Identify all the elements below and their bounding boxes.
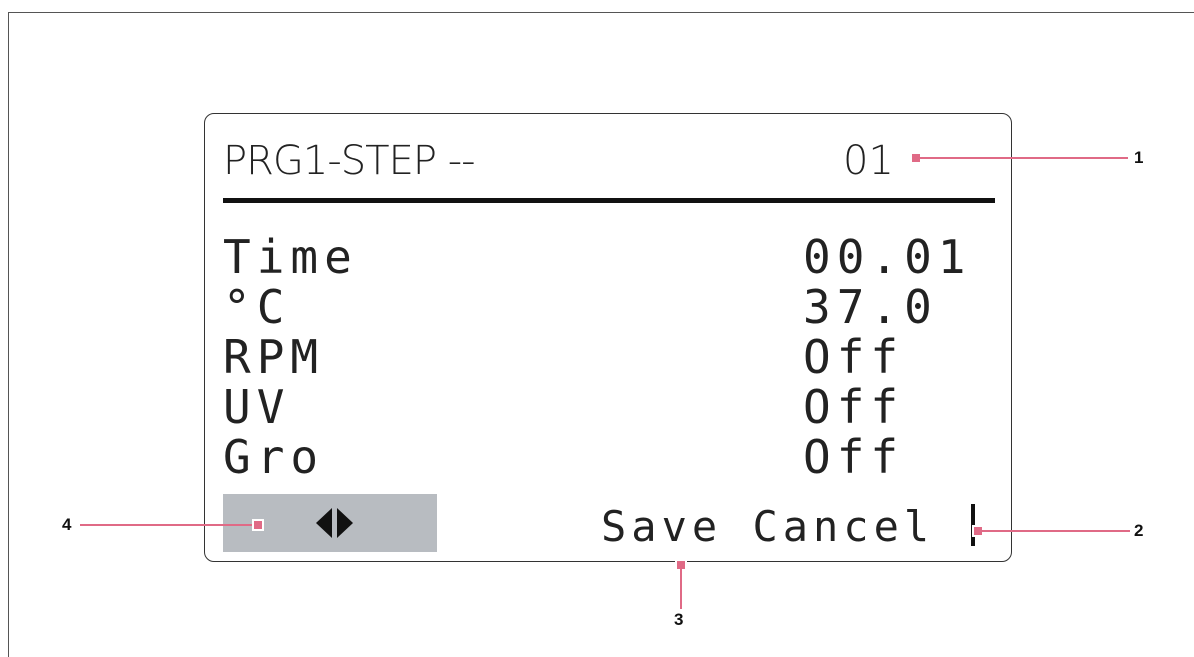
save-button[interactable]: Save	[601, 502, 722, 551]
uv-label: UV	[223, 380, 291, 434]
softkey-bar: Save Cancel	[601, 502, 934, 551]
callout-4-number: 4	[62, 515, 72, 534]
callout-4-line	[80, 524, 252, 526]
uv-value[interactable]: Off	[803, 384, 904, 430]
triangle-left-icon[interactable]	[316, 508, 332, 538]
triangle-right-icon[interactable]	[337, 508, 353, 538]
program-step-title: PRG1-STEP --	[223, 138, 476, 184]
header-divider	[223, 198, 995, 203]
temperature-value[interactable]: 37.0	[803, 284, 938, 330]
lcd-display: PRG1-STEP -- 01 Time 00.01 °C 37.0 RPM O…	[204, 113, 1012, 562]
time-label: Time	[223, 230, 358, 284]
gro-label: Gro	[223, 430, 325, 484]
figure-frame-left	[8, 12, 9, 657]
callout-3-number: 3	[674, 610, 684, 629]
temperature-label: °C	[223, 280, 291, 334]
figure-frame-top	[8, 12, 1194, 13]
callout-2-number: 2	[1134, 521, 1144, 540]
callout-4-marker	[252, 519, 264, 531]
rpm-value[interactable]: Off	[803, 334, 904, 380]
callout-1-line	[920, 157, 1128, 159]
gro-value[interactable]: Off	[803, 434, 904, 480]
cancel-button[interactable]: Cancel	[752, 502, 934, 551]
callout-3-line	[680, 569, 682, 609]
callout-2-line	[982, 530, 1130, 532]
step-number: 01	[843, 138, 894, 184]
time-value[interactable]: 00.01	[803, 234, 971, 280]
rpm-label: RPM	[223, 330, 325, 384]
callout-1-number: 1	[1134, 148, 1144, 167]
